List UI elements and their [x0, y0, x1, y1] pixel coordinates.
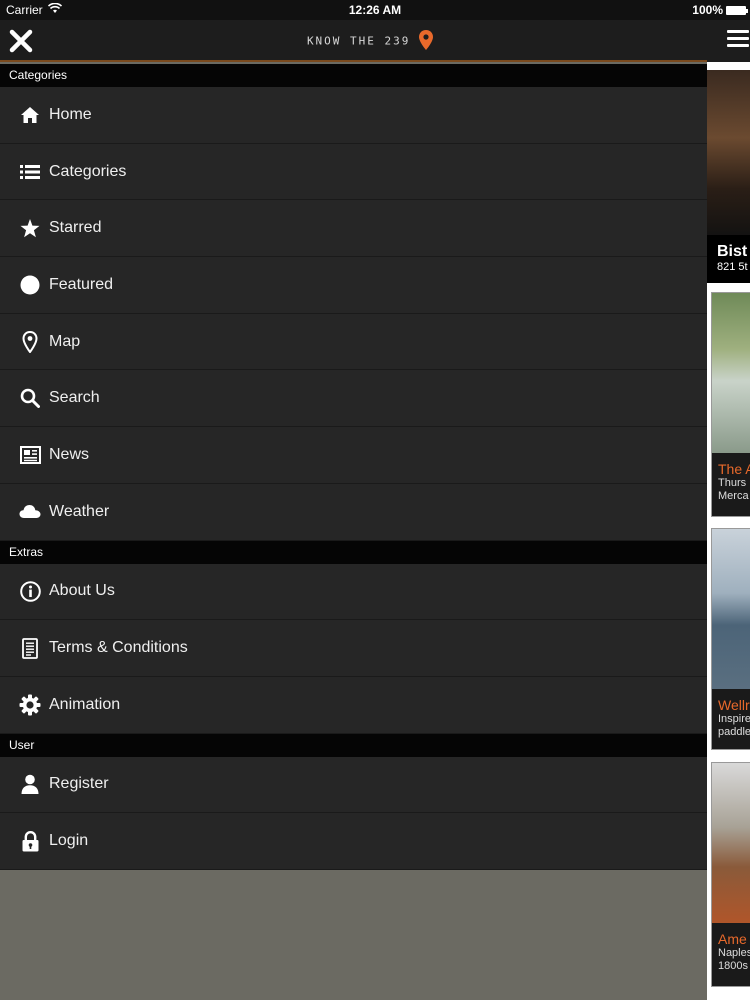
- menu-item-label: Terms & Conditions: [49, 639, 188, 657]
- cloud-icon: [19, 501, 41, 523]
- gear-icon: [19, 694, 41, 716]
- main-content-peek: Bist 821 5t The A Thurs Merca Wellr Insp…: [707, 20, 750, 1000]
- menu-item-label: Search: [49, 389, 100, 407]
- content-card[interactable]: Ame Naples 1800s: [711, 762, 750, 987]
- logo-pin-icon: [419, 30, 434, 53]
- app-logo: KNOW THE 239: [0, 30, 740, 53]
- star-icon: [19, 217, 41, 239]
- menu-item-label: Weather: [49, 502, 110, 520]
- menu-item-label: Animation: [49, 695, 121, 713]
- top-bar: KNOW THE 239: [0, 20, 707, 62]
- menu-item-categories[interactable]: Categories: [0, 143, 707, 201]
- status-bar: Carrier 12:26 AM 100%: [0, 0, 750, 20]
- battery-percent: 100%: [692, 3, 723, 17]
- hero-subtitle: 821 5t: [717, 261, 748, 273]
- menu-item-label: Featured: [49, 275, 114, 293]
- list-icon: [19, 161, 41, 183]
- menu-item-news[interactable]: News: [0, 427, 707, 484]
- menu-item-label: Categories: [49, 162, 127, 180]
- circle-icon: [19, 274, 41, 296]
- menu-item-search[interactable]: Search: [0, 370, 707, 428]
- user-icon: [19, 773, 41, 795]
- card-image: [712, 763, 750, 923]
- side-menu: Categories Home Categories Starred Featu…: [0, 64, 707, 870]
- content-card[interactable]: The A Thurs Merca: [711, 292, 750, 517]
- menu-item-label: Register: [49, 775, 109, 793]
- card-image: [712, 293, 750, 453]
- section-header-categories: Categories: [0, 64, 707, 87]
- info-icon: [19, 580, 41, 602]
- menu-item-label: About Us: [49, 582, 115, 600]
- menu-item-terms[interactable]: Terms & Conditions: [0, 620, 707, 677]
- menu-item-animation[interactable]: Animation: [0, 676, 707, 734]
- menu-item-label: News: [49, 445, 90, 463]
- hamburger-menu-button[interactable]: [727, 30, 749, 48]
- card-title: Ame: [718, 931, 747, 947]
- hero-caption[interactable]: Bist 821 5t: [707, 235, 750, 283]
- hero-title: Bist: [717, 243, 748, 260]
- clock: 12:26 AM: [348, 3, 402, 17]
- search-icon: [19, 387, 41, 409]
- card-text: 1800s: [718, 960, 748, 972]
- section-header-extras: Extras: [0, 540, 707, 564]
- card-title: The A: [718, 461, 750, 477]
- card-title: Wellr: [718, 697, 750, 713]
- map-pin-icon: [19, 330, 41, 353]
- document-icon: [19, 637, 41, 659]
- card-text: Merca: [718, 490, 749, 502]
- card-image: [712, 529, 750, 689]
- content-card[interactable]: Wellr Inspire paddle: [711, 528, 750, 750]
- card-text: paddle: [718, 726, 750, 738]
- hero-image: [707, 70, 750, 240]
- menu-item-starred[interactable]: Starred: [0, 200, 707, 258]
- home-icon: [19, 104, 41, 126]
- menu-item-register[interactable]: Register: [0, 756, 707, 814]
- battery-icon: [726, 5, 748, 15]
- menu-item-login[interactable]: Login: [0, 813, 707, 870]
- menu-item-map[interactable]: Map: [0, 313, 707, 371]
- menu-item-label: Map: [49, 332, 81, 350]
- logo-text: KNOW THE 239: [306, 34, 411, 48]
- card-text: Inspire: [718, 713, 750, 725]
- menu-item-label: Starred: [49, 219, 102, 237]
- menu-item-label: Login: [49, 832, 89, 850]
- section-header-user: User: [0, 733, 707, 757]
- lock-icon: [19, 830, 41, 852]
- menu-item-home[interactable]: Home: [0, 87, 707, 144]
- card-text: Thurs: [718, 477, 747, 489]
- menu-item-featured[interactable]: Featured: [0, 257, 707, 314]
- card-text: Naples: [718, 947, 750, 959]
- menu-item-label: Home: [49, 105, 92, 123]
- newspaper-icon: [19, 444, 41, 466]
- menu-item-weather[interactable]: Weather: [0, 483, 707, 541]
- menu-item-about-us[interactable]: About Us: [0, 563, 707, 621]
